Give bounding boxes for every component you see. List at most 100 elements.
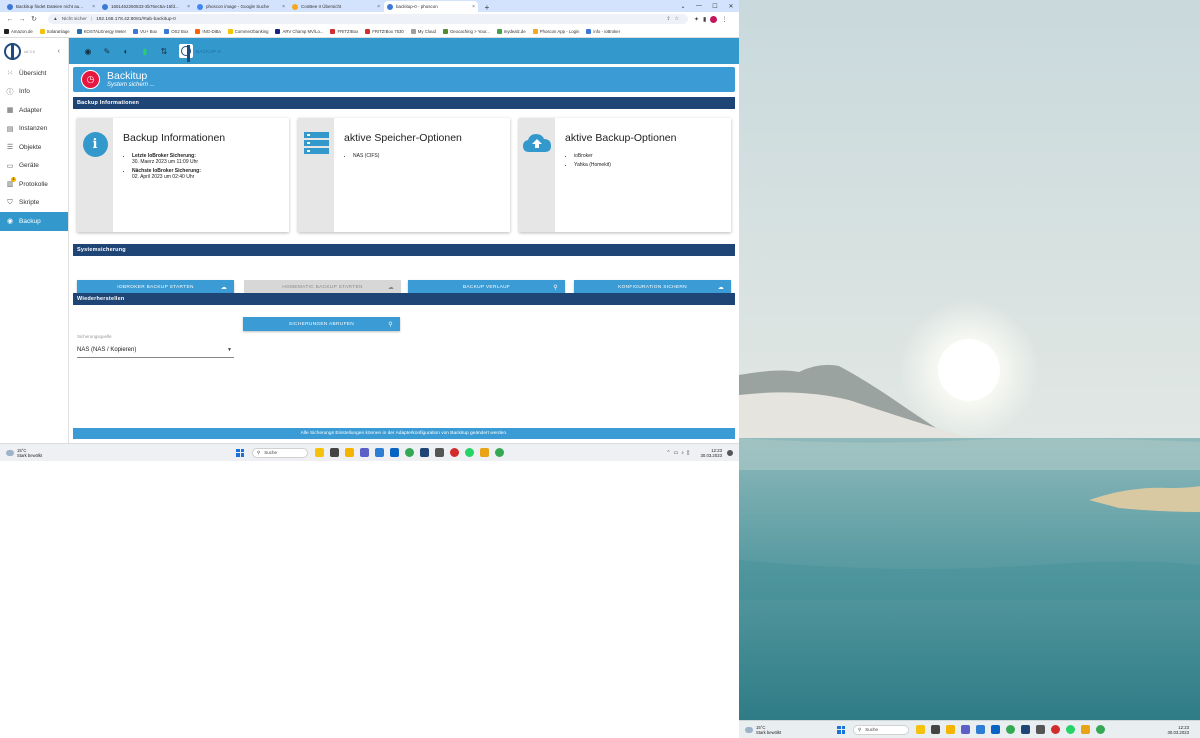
browser-tab[interactable]: 1651462260533-3b76ec5a-15fd... ×	[99, 1, 193, 12]
bookmark[interactable]: ING-DiBa	[195, 29, 221, 34]
task-view-icon[interactable]	[931, 725, 940, 734]
app-icon[interactable]	[976, 725, 985, 734]
weather-widget[interactable]: 15°C Stark bewölkt	[745, 725, 781, 735]
backup-history-button[interactable]: BACKUP VERLAUF ⚲	[408, 280, 565, 294]
chrome-icon[interactable]	[1006, 725, 1015, 734]
menu-icon[interactable]: ⋮	[721, 16, 727, 23]
bookmark-icon	[164, 29, 170, 34]
eye-icon[interactable]: ◉	[82, 45, 94, 57]
folder-icon[interactable]	[1081, 725, 1090, 734]
opera-icon[interactable]	[450, 448, 459, 457]
sidebar-item-backup[interactable]: ◉ Backup	[0, 212, 68, 231]
iobroker-logo-icon[interactable]	[4, 42, 21, 60]
sidebar-item-instanzen[interactable]: ▤ Instanzen	[0, 120, 68, 139]
close-icon[interactable]: ×	[90, 4, 95, 10]
profile-avatar[interactable]	[710, 15, 718, 23]
forward-icon[interactable]: →	[16, 16, 28, 23]
new-tab-button[interactable]: +	[482, 2, 492, 12]
chrome-profile-icon[interactable]	[495, 448, 504, 457]
minimize-icon[interactable]: —	[691, 3, 707, 9]
windows-start-icon[interactable]	[837, 725, 845, 734]
outlook-icon[interactable]	[991, 725, 1000, 734]
save-config-button[interactable]: KONFIGURATION SICHERN ☁	[574, 280, 731, 294]
cloud-icon	[6, 449, 14, 456]
chrome-profile-icon[interactable]	[1096, 725, 1105, 734]
app-icon[interactable]	[435, 448, 444, 457]
sidebar-item-uebersicht[interactable]: ⁙ Übersicht	[0, 64, 68, 83]
sidebar-item-skripte[interactable]: ⛉ Skripte	[0, 194, 68, 213]
fetch-backups-button[interactable]: SICHERUNGEN ABRUFEN ⚲	[243, 317, 400, 331]
chrome-icon[interactable]	[405, 448, 414, 457]
opera-icon[interactable]	[1051, 725, 1060, 734]
theme-icon[interactable]: ◐	[120, 45, 132, 57]
browser-tab[interactable]: phoscon image - Google Suche ×	[194, 1, 288, 12]
bookmark[interactable]: FRITZ!Box 7530	[365, 29, 404, 34]
reload-icon[interactable]: ↻	[28, 15, 40, 23]
sidebar-item-objekte[interactable]: ☰ Objekte	[0, 138, 68, 157]
clock[interactable]: 12:23 30.03.2023	[700, 448, 722, 458]
tray-icons[interactable]: ⌃▭♪▯	[666, 450, 692, 456]
expert-mode-icon[interactable]: ▮	[139, 45, 151, 57]
close-icon[interactable]: ×	[375, 4, 380, 10]
close-icon[interactable]: ×	[470, 4, 475, 10]
bookmark[interactable]: mydealz.de	[496, 29, 526, 34]
sidebar-item-geraete[interactable]: ▭ Geräte	[0, 157, 68, 176]
whatsapp-icon[interactable]	[465, 448, 474, 457]
folder-icon[interactable]	[480, 448, 489, 457]
outlook-icon[interactable]	[390, 448, 399, 457]
chevron-left-icon[interactable]: ‹	[58, 48, 60, 55]
bookmark[interactable]: OS2 Box	[164, 29, 188, 34]
close-window-icon[interactable]: ✕	[723, 3, 739, 10]
browser-tab-active[interactable]: backitup-0 - phoscon ×	[384, 1, 478, 12]
sidebar-item-adapter[interactable]: ▦ Adapter	[0, 101, 68, 120]
chevron-down-icon[interactable]: ⌄	[675, 3, 691, 10]
bookmark[interactable]: ARV Champ MV/Lo...	[275, 29, 323, 34]
sidebar-item-info[interactable]: ⓘ Info	[0, 83, 68, 102]
close-icon[interactable]: ×	[185, 4, 190, 10]
bookmark[interactable]: Commerzbanking	[227, 29, 268, 34]
whatsapp-icon[interactable]	[1066, 725, 1075, 734]
bookmark[interactable]: Geocaching > Your...	[442, 29, 490, 34]
bookmark[interactable]: My Cloud	[410, 29, 436, 34]
widgets-icon[interactable]	[315, 448, 324, 457]
bookmark[interactable]: VU+ Box	[133, 29, 157, 34]
bookmark[interactable]: KOSTALEnergy Meter	[76, 29, 126, 34]
url-input[interactable]: ▲ Nicht sicher | 192.168.178.42:8081/#ta…	[48, 14, 688, 24]
wrench-icon[interactable]: ✎	[101, 45, 113, 57]
app-icon[interactable]	[420, 448, 429, 457]
weather-widget[interactable]: 15°C Stark bewölkt	[6, 448, 42, 458]
app-icon[interactable]	[375, 448, 384, 457]
bookmark[interactable]: Amazon.de	[4, 29, 33, 34]
taskbar-search-input[interactable]: ⚲ Suche	[252, 447, 308, 458]
widgets-icon[interactable]	[916, 725, 925, 734]
bookmark[interactable]: Solaranlage	[39, 29, 70, 34]
share-star-icons[interactable]: ⇪☆	[666, 16, 683, 22]
backup-source-select[interactable]: NAS (NAS / Kopieren) ▼	[77, 343, 234, 358]
back-icon[interactable]: ←	[4, 16, 16, 23]
tab-backup-0[interactable]	[179, 44, 193, 62]
start-iobroker-backup-button[interactable]: IOBROKER BACKUP STARTEN ☁	[77, 280, 234, 294]
bookmark[interactable]: FRITZ!Box	[330, 29, 358, 34]
bookmark[interactable]: Phoscon App - Login	[532, 29, 579, 34]
extensions-icon[interactable]: ✦	[694, 16, 699, 23]
browser-tab[interactable]: Backitup findet Dateien nicht au... ×	[4, 1, 98, 12]
windows-start-icon[interactable]	[236, 448, 244, 457]
teams-icon[interactable]	[360, 448, 369, 457]
sidebar-item-protokolle[interactable]: ▥ 1 Protokolle	[0, 175, 68, 194]
explorer-icon[interactable]	[946, 725, 955, 734]
teams-icon[interactable]	[961, 725, 970, 734]
start-homematic-backup-button[interactable]: HOMEMATIC BACKUP STARTEN ☁	[244, 280, 401, 294]
taskbar-search-input[interactable]: ⚲ Suche	[853, 724, 909, 735]
app-icon[interactable]	[1036, 725, 1045, 734]
bookmark[interactable]: info - ioBroker	[586, 29, 620, 34]
refresh-icon[interactable]: ⇅	[158, 45, 170, 57]
sidepanel-icon[interactable]: ▮	[703, 16, 706, 23]
task-view-icon[interactable]	[330, 448, 339, 457]
maximize-icon[interactable]: ☐	[707, 3, 723, 10]
browser-tab[interactable]: ConBee II Übersicht ×	[289, 1, 383, 12]
clock[interactable]: 12:23 30.03.2023	[1167, 725, 1189, 735]
close-icon[interactable]: ×	[280, 4, 285, 10]
explorer-icon[interactable]	[345, 448, 354, 457]
app-icon[interactable]	[1021, 725, 1030, 734]
notification-icon[interactable]	[727, 449, 733, 456]
